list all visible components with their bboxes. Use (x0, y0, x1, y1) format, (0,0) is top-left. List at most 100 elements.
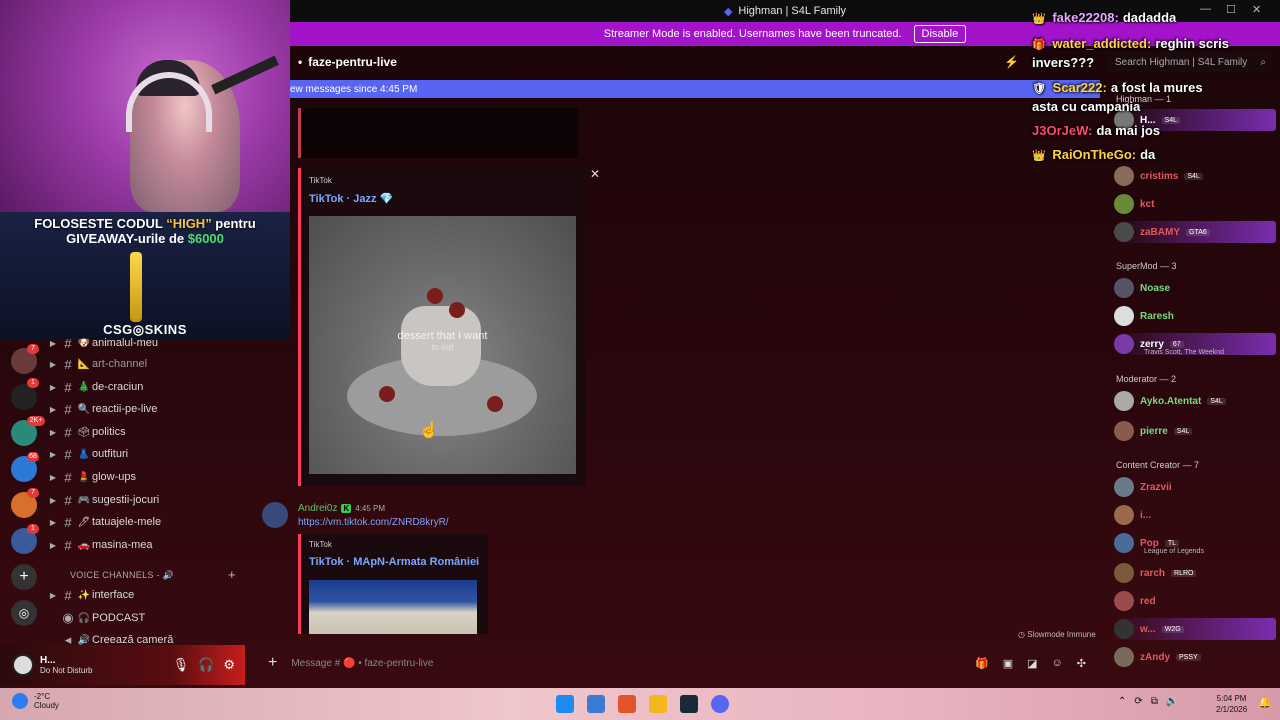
promo-text: GIVEAWAY-urile de (66, 231, 188, 246)
apps-icon[interactable]: ✣ (1077, 657, 1086, 670)
member-item[interactable]: pierre S4L (1114, 420, 1276, 442)
avatar (1114, 306, 1134, 326)
steam-icon[interactable] (680, 695, 698, 713)
message-composer[interactable]: + Message # 🔴 • faze-pentru-live 🎁 ▣ ◪ ☺… (258, 648, 1100, 678)
network-icon[interactable]: ⧉ (1151, 696, 1158, 707)
gif-icon[interactable]: ▣ (1003, 657, 1013, 670)
caption-line: to eat (431, 342, 454, 352)
channel-item[interactable]: ▶ # 🔍 reactii-pe-live (46, 398, 290, 420)
message-link[interactable]: https://vm.tiktok.com/ZNRD8kryR/ (298, 517, 449, 528)
volume-icon[interactable]: 🔊 (1166, 696, 1178, 707)
crown-icon: 👑 (1032, 150, 1046, 162)
member-name: rarch (1140, 567, 1166, 579)
tiktok-embed: TikTok TikTok · MApN-Armata României (298, 534, 488, 634)
sticker-icon[interactable]: ◪ (1027, 657, 1037, 670)
caption-line: dessert that I want (397, 330, 488, 342)
avatar (1114, 194, 1134, 214)
member-item[interactable]: Noase (1114, 277, 1276, 299)
embed-title[interactable]: TikTok · MApN-Armata României (309, 556, 479, 568)
gift-icon[interactable]: 🎁 (975, 657, 989, 670)
threads-icon[interactable]: ⚡ (1004, 55, 1019, 69)
chat-message: asta cu campania (1032, 99, 1141, 114)
start-icon[interactable] (556, 695, 574, 713)
notification-icon[interactable]: 🔔 (1258, 696, 1272, 709)
new-messages-bar[interactable]: ew messages since 4:45 PM Mark A (290, 80, 1100, 98)
channel-item[interactable]: ▶ # 🗳 politics (46, 421, 290, 443)
add-server-icon[interactable]: + (11, 564, 37, 590)
channel-item[interactable]: ▶ # 👗 outfituri (46, 443, 290, 465)
attach-plus-icon[interactable]: + (268, 654, 277, 672)
member-item[interactable]: zerry 67 Travis Scott, The Weeknd (1114, 333, 1276, 356)
member-item[interactable]: rarch RLRO (1114, 562, 1276, 584)
disable-button[interactable]: Disable (913, 25, 967, 43)
weather-widget[interactable]: -2°C Cloudy (12, 692, 59, 710)
emoji-icon[interactable]: ☺ (1052, 657, 1063, 670)
discover-icon[interactable]: ◎ (11, 600, 37, 626)
weather-icon (12, 693, 28, 709)
member-item[interactable]: Zrazvii (1114, 476, 1276, 498)
add-channel-icon[interactable]: + (228, 567, 236, 582)
member-activity: Travis Scott, The Weeknd (1144, 349, 1225, 356)
voice-channel-item[interactable]: ▶ # ✨ interface (46, 584, 290, 606)
clock[interactable]: 5:04 PM 2/1/2026 (1216, 693, 1247, 715)
member-item[interactable]: Ayko.Atentat S4L (1114, 390, 1276, 412)
task-view-icon[interactable] (587, 695, 605, 713)
slowmode-indicator: ◷ Slowmode Immune (1018, 630, 1096, 639)
user-info[interactable]: H... Do Not Disturb (40, 655, 92, 675)
member-item[interactable]: Raresh (1114, 305, 1276, 327)
member-activity: League of Legends (1144, 548, 1204, 555)
knife-image (130, 252, 142, 322)
message-input[interactable]: Message # 🔴 • faze-pentru-live (291, 658, 433, 669)
author-name[interactable]: Andrei0z (298, 503, 337, 514)
video-player[interactable]: dessert that I want to eat ☝ (309, 216, 576, 474)
chevron-right-icon: ▶ (49, 338, 57, 348)
video-thumbnail[interactable] (309, 580, 477, 634)
embed-title[interactable]: TikTok · Jazz 💎 (309, 192, 393, 205)
member-item[interactable]: Pop TL League of Legends (1114, 532, 1276, 555)
microphone-icon[interactable]: 🎙 (173, 657, 190, 673)
channel-item[interactable]: ▶ # 💄 glow-ups (46, 466, 290, 488)
headphones-icon[interactable]: 🎧 (198, 657, 214, 673)
gear-icon[interactable]: ⚙ (223, 657, 235, 673)
sync-icon[interactable]: ⟳ (1134, 696, 1142, 707)
folder-icon[interactable] (649, 695, 667, 713)
hash-icon: # (64, 469, 72, 485)
voice-channels-header[interactable]: VOICE CHANNELS - 🔊 (70, 570, 174, 581)
chat-message: da mai jos (1096, 123, 1161, 138)
member-tag: TL (1164, 539, 1180, 547)
discord-icon[interactable] (711, 695, 729, 713)
close-icon[interactable]: ✕ (590, 167, 600, 181)
brave-icon[interactable] (618, 695, 636, 713)
member-item[interactable]: zAndy PSSY (1114, 646, 1276, 668)
chat-line: asta cu campania (1032, 99, 1140, 114)
window-title: Highman | S4L Family (738, 5, 847, 17)
channel-item[interactable]: ▶ # 🎮 sugestii-jocuri (46, 489, 290, 511)
member-name: Zrazvii (1140, 481, 1172, 493)
channel-label: art-channel (92, 358, 148, 370)
channel-item[interactable]: ▶ # 🚗 masina-mea (46, 534, 290, 556)
channel-item[interactable]: ▶ # 🎄 de-craciun (46, 376, 290, 398)
member-tag: S4L (1173, 427, 1193, 435)
chevron-up-icon[interactable]: ⌃ (1118, 696, 1126, 707)
message-header: Andrei0z K 4:45 PM (298, 503, 385, 514)
chevron-right-icon: ▶ (49, 427, 57, 437)
channel-item[interactable]: ▶ # 🖊 tatuajele-mele (46, 511, 290, 533)
member-name: Noase (1140, 282, 1171, 294)
voice-channel-item[interactable]: ◉ 🎧 PODCAST (46, 607, 290, 629)
badge-icon: 🛡 (1032, 83, 1046, 95)
member-item[interactable]: kct (1114, 193, 1276, 215)
member-item[interactable]: i... (1114, 504, 1276, 526)
hash-icon: # (64, 446, 72, 462)
member-item[interactable]: zaBAMY GTA6 (1114, 221, 1276, 243)
avatar[interactable] (12, 654, 34, 676)
chevron-right-icon: ▶ (49, 382, 57, 392)
avatar[interactable] (262, 502, 288, 528)
channel-item[interactable]: ▶ # 📐 art-channel (46, 353, 290, 375)
banner-text: Streamer Mode is enabled. Usernames have… (603, 28, 902, 40)
avatar (1114, 505, 1134, 525)
member-item[interactable]: w... W2G (1114, 618, 1276, 640)
channel-item[interactable]: ▶ # 🐶 animalul-meu (46, 332, 290, 354)
member-item[interactable]: red (1114, 590, 1276, 612)
channel-label: glow-ups (92, 471, 137, 483)
chat-user: RaiOnTheGo: (1052, 147, 1137, 162)
